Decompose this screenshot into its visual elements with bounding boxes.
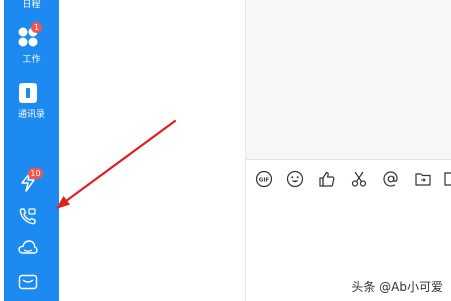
annotation-arrow [56,119,177,209]
watermark: 头条 @Ab小可爱 [351,280,443,294]
